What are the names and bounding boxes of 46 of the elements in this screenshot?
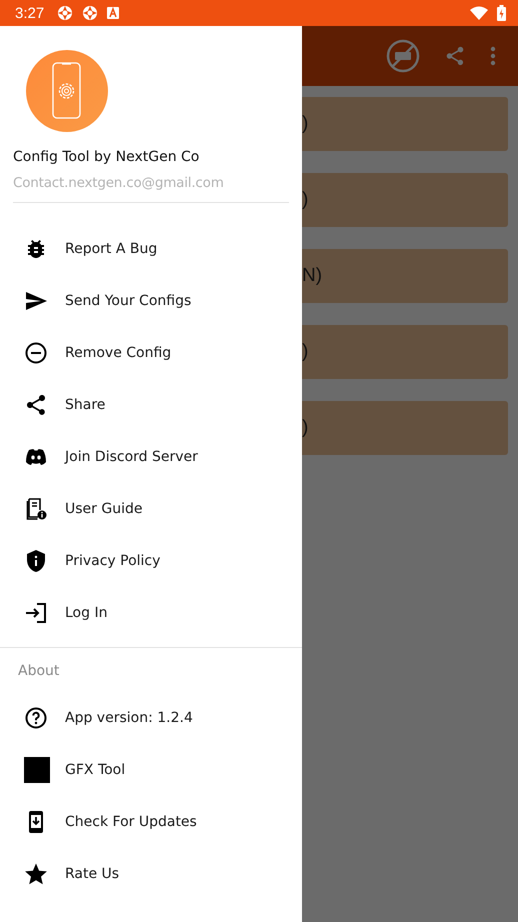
menu-item[interactable]: Share	[0, 379, 302, 431]
section-heading: About	[17, 662, 60, 679]
help-icon	[24, 706, 48, 730]
menu-label: Log In	[65, 605, 108, 621]
menu-label: Report A Bug	[65, 241, 158, 257]
battery-icon	[497, 5, 506, 21]
menu-label: Remove Config	[65, 345, 172, 361]
app-notification-icon	[57, 5, 74, 21]
menu-item[interactable]: Check For Updates	[0, 796, 302, 848]
contact-email: Contact.nextgen.co@gmail.com	[13, 175, 225, 191]
notification-icon	[107, 7, 120, 19]
menu-item[interactable]: Send Your Configs	[0, 275, 302, 327]
wifi-icon	[470, 6, 488, 20]
menu-label: Rate Us	[65, 866, 120, 882]
shield-info-icon	[24, 549, 48, 573]
share-icon	[444, 45, 466, 67]
more-options-icon	[490, 46, 496, 66]
star-icon	[24, 862, 48, 886]
no-ads-icon	[386, 39, 420, 73]
menu-item[interactable]: Join Discord Server	[0, 431, 302, 483]
menu-label: Share	[65, 397, 106, 413]
menu-label: Send Your Configs	[65, 293, 192, 309]
square-icon	[24, 757, 50, 783]
menu-item[interactable]: Rate Us	[0, 848, 302, 900]
menu-label: Check For Updates	[65, 814, 197, 830]
app-name: Config Tool by NextGen Co	[13, 149, 200, 165]
app-logo-icon	[26, 50, 108, 132]
menu-label: User Guide	[65, 501, 142, 517]
send-icon	[24, 289, 48, 313]
menu-item[interactable]: Report A Bug	[0, 223, 302, 275]
minus-circle-icon	[24, 341, 48, 365]
menu-label: Privacy Policy	[65, 553, 160, 569]
menu-item[interactable]: Log In	[0, 587, 302, 639]
menu-item[interactable]: Remove Config	[0, 327, 302, 379]
menu-item[interactable]: GFX Tool	[0, 744, 302, 796]
status-time: 3:27	[15, 4, 44, 22]
menu-item[interactable]: App version: 1.2.4	[0, 692, 302, 744]
menu-label: App version: 1.2.4	[65, 710, 193, 726]
menu-item[interactable]: Privacy Policy	[0, 535, 302, 587]
login-icon	[24, 601, 48, 625]
share-icon	[24, 393, 48, 417]
book-info-icon	[24, 497, 48, 521]
app-notification-icon	[82, 5, 98, 21]
menu-item[interactable]: User Guide	[0, 483, 302, 535]
menu-label: GFX Tool	[65, 762, 126, 778]
menu-label: Join Discord Server	[65, 449, 198, 465]
